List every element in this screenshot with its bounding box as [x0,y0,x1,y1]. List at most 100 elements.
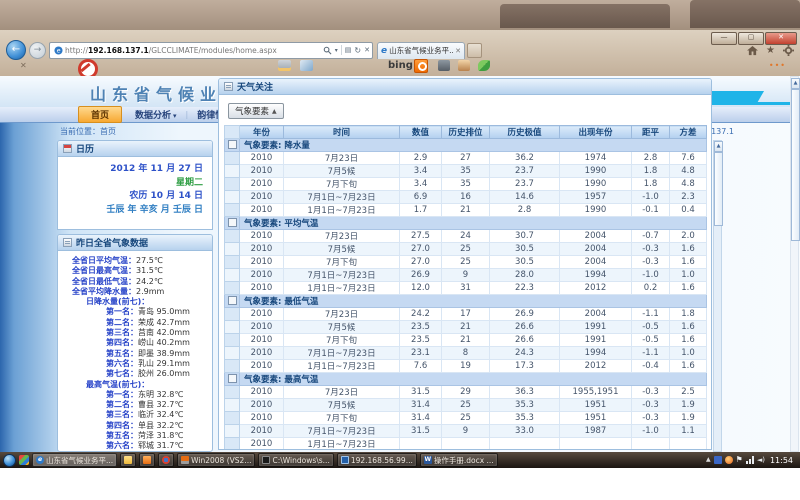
search-provider-icon[interactable] [414,59,428,73]
taskbar-app-label: Win2008 (VS2... [191,456,251,465]
table-row[interactable]: 20107月1日~7月23日26.9928.01994-1.01.0 [225,269,707,282]
group-checkbox[interactable] [228,140,237,149]
address-bar[interactable]: e http://192.168.137.1/GLCCLIMATE/module… [49,42,373,59]
table-cell: 2010 [240,425,284,438]
mail-icon[interactable] [300,60,313,71]
group-checkbox[interactable] [228,374,237,383]
start-button[interactable] [3,454,16,467]
table-row[interactable]: 20101月1日~7月23日 [225,438,707,451]
taskbar-app-7[interactable]: W操作手册.docx ... [420,453,498,467]
row-checkbox-cell [225,399,240,412]
table-cell: 2010 [240,347,284,360]
yesterday-panel-header[interactable]: 昨日全省气象数据 [58,235,212,251]
scrollbar-thumb[interactable] [791,89,800,241]
table-cell: 22.3 [490,282,560,295]
content-scrollbar[interactable]: ▲ [713,140,722,452]
table-row[interactable]: 20107月5候3.43523.719901.84.8 [225,165,707,178]
search-dropdown-icon[interactable]: ▾ [335,47,338,54]
speaker-icon[interactable]: ◄) [757,456,765,464]
table-cell: 1.6 [670,256,707,269]
camera-addon-icon[interactable] [438,60,450,71]
yesterday-panel-title: 昨日全省气象数据 [76,236,148,249]
table-row[interactable]: 20107月5候23.52126.61991-0.51.6 [225,321,707,334]
table-row[interactable]: 20107月23日31.52936.31955,1951-0.32.5 [225,386,707,399]
table-row[interactable]: 20107月下旬23.52126.61991-0.51.6 [225,334,707,347]
taskbar-clock[interactable]: 11:54 [770,456,793,465]
tab-close-icon[interactable]: ✕ [455,47,461,55]
toolbar-close-icon[interactable]: ✕ [20,61,27,70]
table-row[interactable]: 20107月下旬31.42535.31951-0.31.9 [225,412,707,425]
network-icon[interactable] [746,456,754,464]
taskbar-app-0[interactable]: e山东省气候业务平... [32,453,117,467]
group-header-row[interactable]: 气象要素: 最低气温 [225,295,707,308]
new-tab-button[interactable] [467,43,482,58]
table-row[interactable]: 20107月23日2.92736.219742.87.6 [225,152,707,165]
table-cell: 7月1日~7月23日 [284,191,400,204]
table-row[interactable]: 20101月1日~7月23日7.61917.32012-0.41.6 [225,360,707,373]
remote-icon [341,456,349,464]
search-icon[interactable] [323,46,332,55]
group-header-row[interactable]: 气象要素: 降水量 [225,139,707,152]
settings-gear-icon[interactable] [783,45,794,56]
stop-icon[interactable]: ✕ [364,46,370,54]
stat-line: 全省日最低气温：24.2℃ [60,277,210,287]
table-row[interactable]: 20107月5候31.42535.31951-0.31.9 [225,399,707,412]
forward-button[interactable]: → [29,42,46,59]
table-row[interactable]: 20107月23日24.21726.92004-1.11.8 [225,308,707,321]
taskbar-app-3[interactable] [158,453,174,467]
refresh-icon[interactable]: ↻ [354,46,361,55]
element-filter-button[interactable]: 气象要素 ▲ [228,103,284,119]
favorites-star-icon[interactable]: ★ [766,45,775,56]
stat-label: 全省日最高气温： [72,266,136,275]
language-indicator-icon[interactable] [714,456,722,464]
scroll-up-icon[interactable]: ▲ [714,141,723,152]
table-cell: 2.8 [632,152,670,165]
nav-item-label: 首页 [91,111,109,121]
puzzle-addon-icon[interactable] [478,60,490,71]
scroll-up-icon[interactable]: ▲ [791,78,800,89]
action-center-flag-icon[interactable]: ⚑ [736,456,743,464]
table-cell: 2004 [560,308,632,321]
pinned-app-icon[interactable] [19,455,29,465]
table-row[interactable]: 20101月1日~7月23日12.03122.320120.21.6 [225,282,707,295]
taskbar-app-4[interactable]: Win2008 (VS2... [177,453,255,467]
close-button[interactable]: ✕ [765,32,797,45]
nav-item-0[interactable]: 首页 [78,106,122,123]
overflow-dots-icon[interactable]: ••• [769,61,786,70]
taskbar-app-6[interactable]: 192.168.56.99... [337,453,417,467]
table-cell: 3.4 [400,165,442,178]
maximize-button[interactable]: ▢ [738,32,764,45]
compatibility-icon[interactable]: ▤ [345,46,352,54]
group-label: 气象要素: 最低气温 [240,295,707,308]
calendar-lunar-date: 农历 10 月 14 日 [58,190,203,204]
browser-scrollbar[interactable]: ▲ [790,76,799,452]
taskbar-app-2[interactable] [139,453,155,467]
taskbar-app-1[interactable] [120,453,136,467]
group-checkbox[interactable] [228,296,237,305]
firefox-tray-icon[interactable] [725,456,733,464]
table-row[interactable]: 20107月下旬3.43523.719901.84.8 [225,178,707,191]
taskbar-app-5[interactable]: C:\Windows\s... [258,453,333,467]
browser-tab[interactable]: e 山东省气候业务平... ✕ [377,42,465,59]
calendar-panel-header[interactable]: 日历 [58,141,212,157]
table-cell: 28.0 [490,269,560,282]
back-button[interactable]: ← [6,40,26,60]
table-row[interactable]: 20101月1日~7月23日1.7212.81990-0.10.4 [225,204,707,217]
tray-expand-icon[interactable]: ▲ [706,456,711,464]
table-row[interactable]: 20107月1日~7月23日23.1824.31994-1.11.0 [225,347,707,360]
table-row[interactable]: 20107月5候27.02530.52004-0.31.6 [225,243,707,256]
table-row[interactable]: 20107月1日~7月23日31.5933.01987-1.01.1 [225,425,707,438]
minimize-button[interactable]: — [711,32,737,45]
cardreader-icon[interactable] [278,60,291,71]
assistant-addon-icon[interactable] [458,60,470,71]
group-header-row[interactable]: 气象要素: 最高气温 [225,373,707,386]
group-header-row[interactable]: 气象要素: 平均气温 [225,217,707,230]
table-row[interactable]: 20107月下旬27.02530.52004-0.31.6 [225,256,707,269]
nav-item-1[interactable]: 数据分析▾ [126,107,186,122]
group-checkbox[interactable] [228,218,237,227]
home-icon[interactable] [747,46,758,56]
table-cell: 23.7 [490,165,560,178]
scrollbar-thumb[interactable] [714,152,723,226]
table-row[interactable]: 20107月1日~7月23日6.91614.61957-1.02.3 [225,191,707,204]
table-row[interactable]: 20107月23日27.52430.72004-0.72.0 [225,230,707,243]
